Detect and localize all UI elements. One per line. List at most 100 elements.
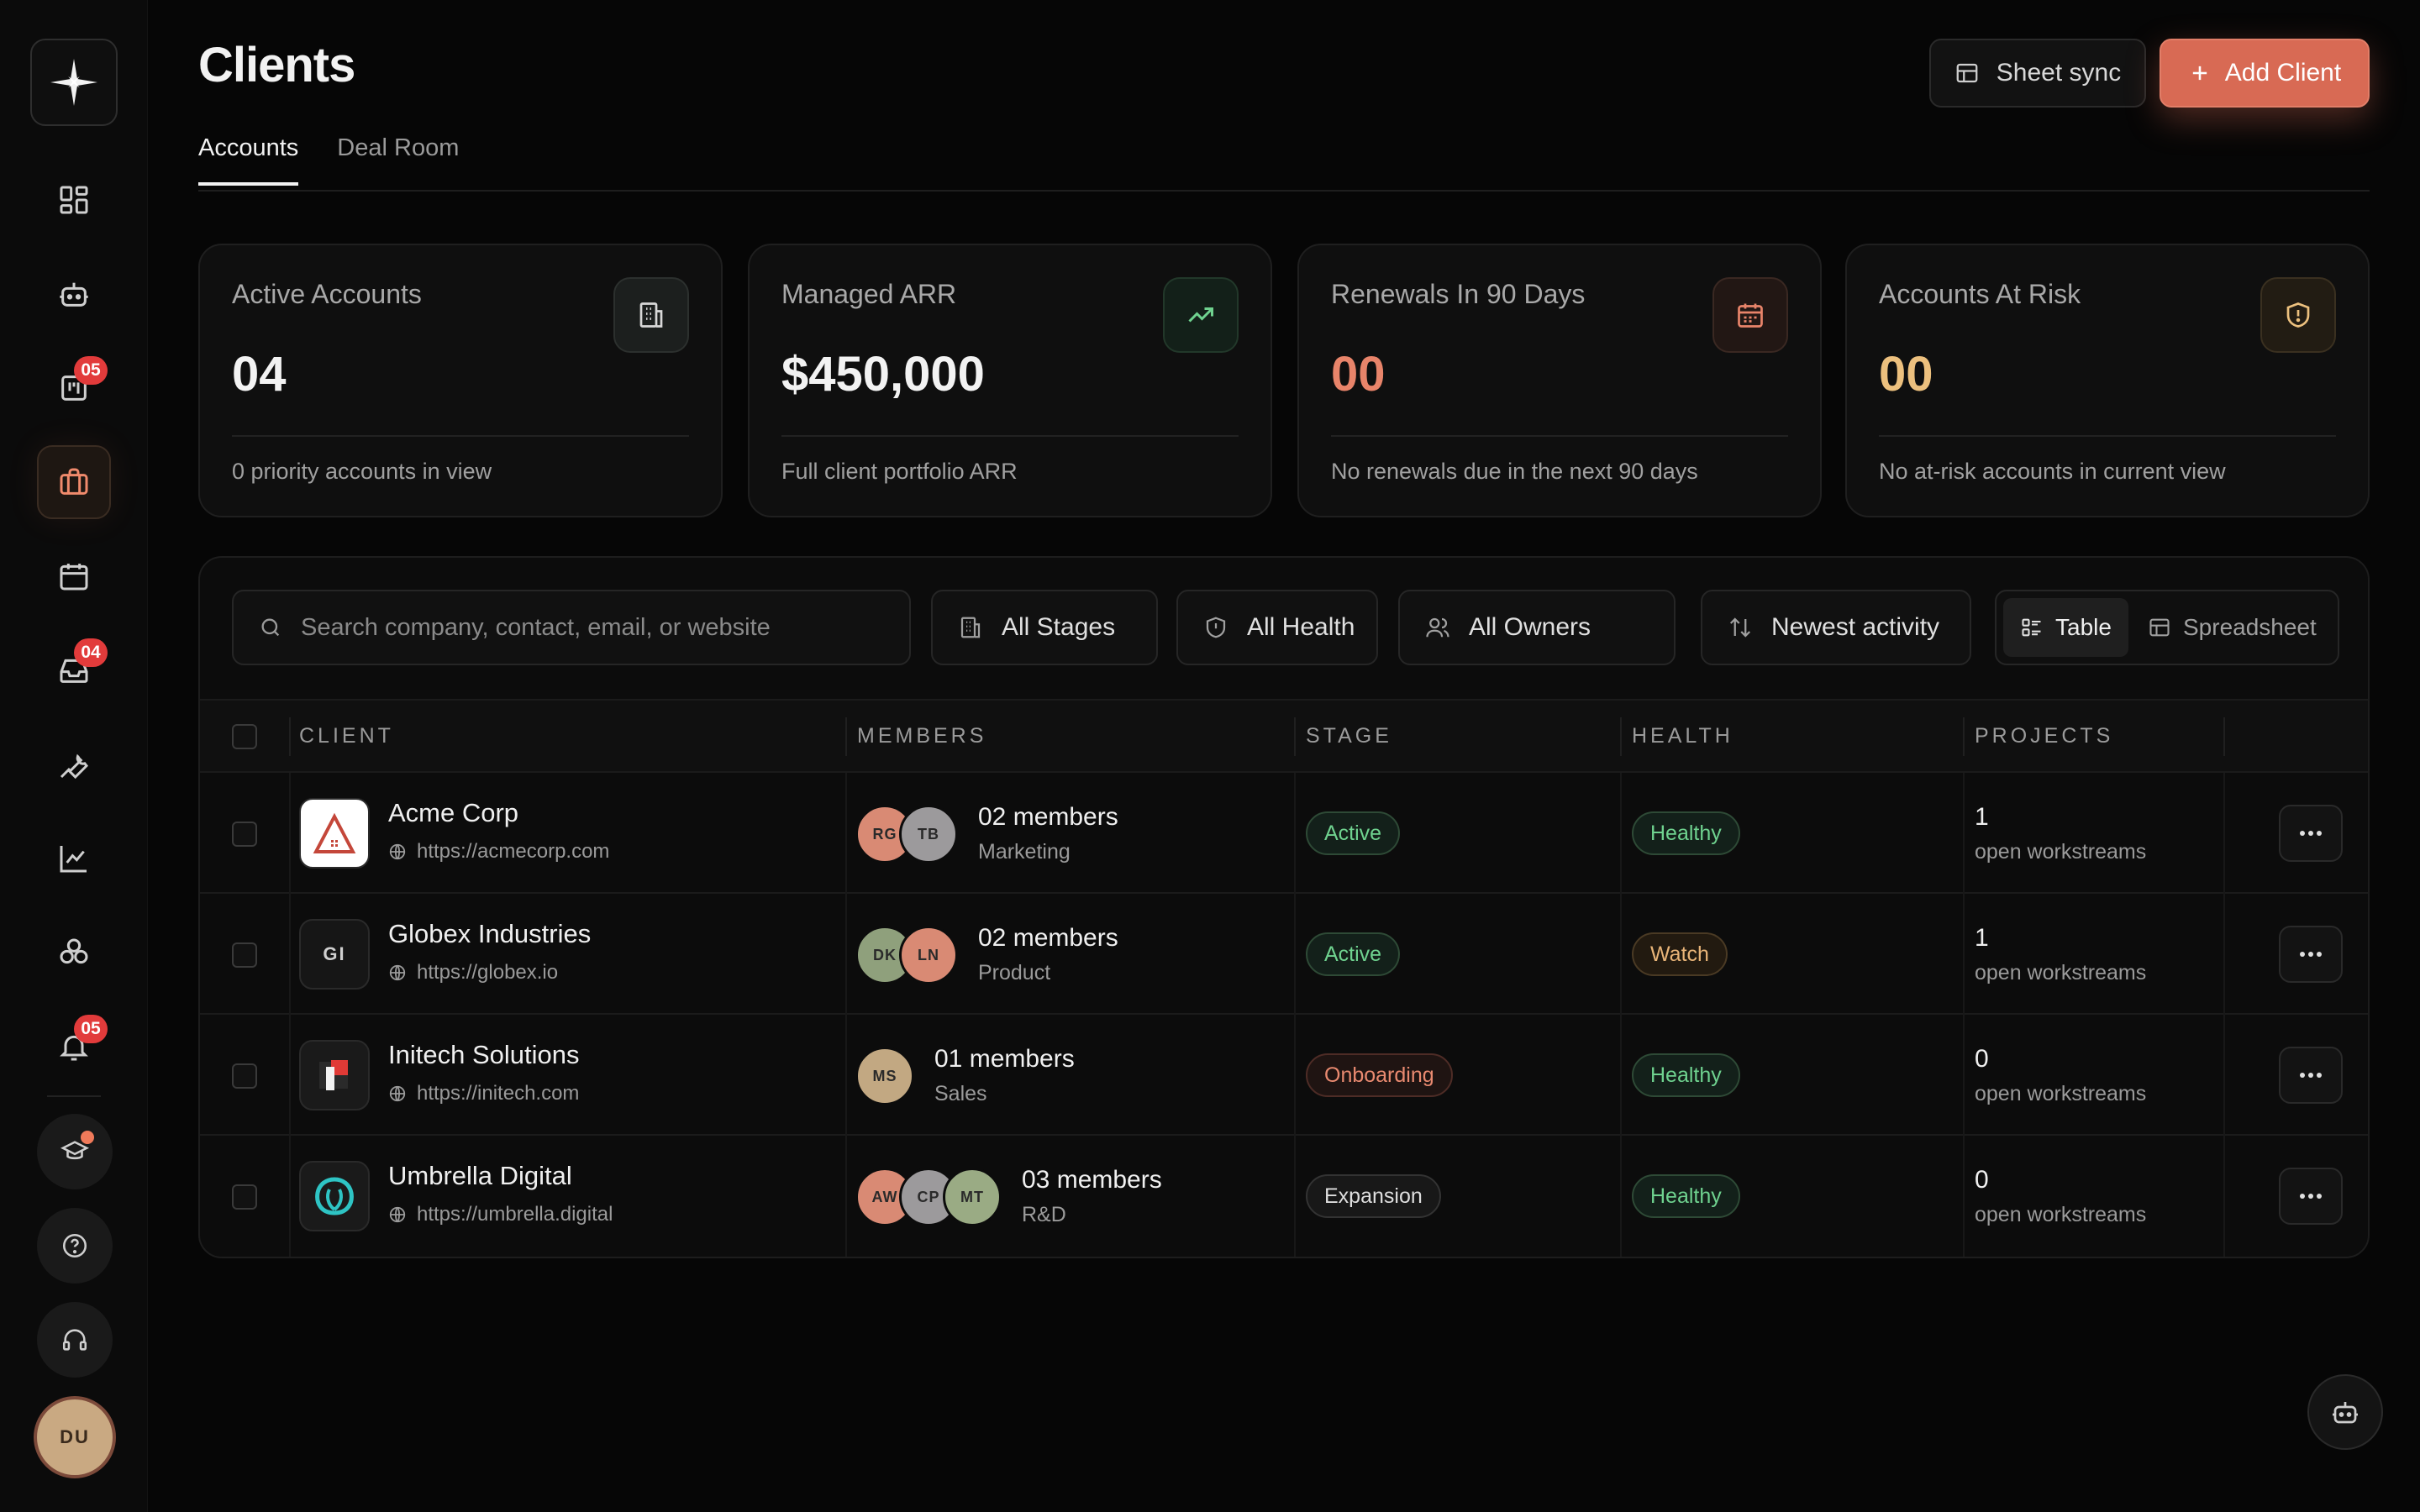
owner-filter-label: All Owners — [1469, 613, 1591, 641]
view-table-button[interactable]: Table — [2003, 598, 2128, 657]
tab-accounts[interactable]: Accounts — [198, 134, 299, 186]
nav-projects[interactable]: 05 — [37, 351, 111, 425]
client-url[interactable]: https://acmecorp.com — [388, 840, 609, 864]
stat-card-renewals: Renewals In 90 Days 00 No renewals due i… — [1297, 244, 1822, 517]
column-header-stage[interactable]: STAGE — [1306, 724, 1392, 748]
add-client-button[interactable]: Add Client — [2160, 39, 2370, 108]
member-avatar[interactable]: TB — [899, 805, 958, 864]
nav-tools[interactable] — [37, 727, 111, 801]
health-badge: Healthy — [1632, 1174, 1740, 1218]
stage-filter[interactable]: All Stages — [931, 590, 1158, 665]
row-actions-button[interactable] — [2279, 926, 2343, 983]
notifications-badge: 05 — [74, 1015, 108, 1043]
chart-line-icon — [60, 846, 87, 873]
owner-filter[interactable]: All Owners — [1398, 590, 1676, 665]
member-avatars: AW CP MT — [855, 1168, 1002, 1226]
nav-analytics[interactable] — [37, 822, 111, 895]
sheet-sync-button[interactable]: Sheet sync — [1929, 39, 2146, 108]
column-header-client[interactable]: CLIENT — [299, 724, 394, 748]
client-name[interactable]: Acme Corp — [388, 798, 518, 828]
sort-dropdown[interactable]: Newest activity — [1701, 590, 1971, 665]
member-avatar[interactable]: LN — [899, 926, 958, 984]
nav-calendar[interactable] — [37, 539, 111, 613]
row-actions-button[interactable] — [2279, 805, 2343, 862]
cell-separator — [1294, 1015, 1296, 1136]
table-row[interactable]: Initech Solutions https://initech.com MS… — [200, 1015, 2368, 1136]
sidebar-divider — [47, 1095, 101, 1097]
user-avatar[interactable]: DU — [34, 1396, 116, 1478]
stat-value: 00 — [1331, 347, 1386, 402]
app-logo[interactable] — [30, 39, 118, 126]
health-filter[interactable]: All Health — [1176, 590, 1378, 665]
more-horizontal-icon — [2300, 1194, 2322, 1199]
projects-count: 0 — [1975, 1166, 1989, 1194]
help-button[interactable] — [37, 1208, 113, 1284]
globe-icon — [389, 964, 406, 981]
nav-integrations[interactable] — [37, 916, 111, 990]
spreadsheet-icon — [2149, 618, 2170, 637]
search-input[interactable] — [301, 613, 872, 642]
client-url[interactable]: https://umbrella.digital — [388, 1203, 613, 1226]
cell-separator — [289, 894, 291, 1015]
tab-bar: Accounts Deal Room — [198, 134, 459, 186]
row-actions-button[interactable] — [2279, 1168, 2343, 1225]
stat-card-managed-arr: Managed ARR $450,000 Full client portfol… — [748, 244, 1272, 517]
column-header-projects[interactable]: PROJECTS — [1975, 724, 2113, 748]
tab-deal-room[interactable]: Deal Room — [337, 134, 459, 186]
row-checkbox[interactable] — [232, 1184, 257, 1210]
nav-assistant[interactable] — [37, 257, 111, 331]
cell-separator — [1294, 1136, 1296, 1257]
projects-label: open workstreams — [1975, 961, 2147, 984]
help-circle-icon — [62, 1233, 87, 1258]
table-row[interactable]: GI Globex Industries https://globex.io D… — [200, 894, 2368, 1015]
assistant-fab[interactable] — [2307, 1374, 2383, 1450]
row-actions-button[interactable] — [2279, 1047, 2343, 1104]
nav-notifications[interactable]: 05 — [37, 1010, 111, 1084]
client-name[interactable]: Initech Solutions — [388, 1040, 579, 1070]
bot-icon — [60, 282, 88, 307]
support-button[interactable] — [37, 1302, 113, 1378]
briefcase-icon — [60, 468, 88, 495]
page-title: Clients — [198, 38, 355, 92]
nav-inbox[interactable]: 04 — [37, 633, 111, 707]
stage-badge: Expansion — [1306, 1174, 1441, 1218]
cell-separator — [1620, 1136, 1622, 1257]
table-row[interactable]: Umbrella Digital https://umbrella.digita… — [200, 1136, 2368, 1257]
nav-dashboard[interactable] — [37, 163, 111, 237]
more-horizontal-icon — [2300, 952, 2322, 957]
health-badge: Watch — [1632, 932, 1728, 976]
projects-label: open workstreams — [1975, 1203, 2147, 1226]
stat-value: 04 — [232, 347, 287, 402]
client-url[interactable]: https://globex.io — [388, 961, 558, 984]
projects-count: 1 — [1975, 924, 1989, 952]
table-row[interactable]: Acme Corp https://acmecorp.com RG TB 02 … — [200, 773, 2368, 894]
initech-logo — [299, 1040, 370, 1110]
list-table-icon — [2022, 618, 2041, 637]
learn-button[interactable] — [37, 1114, 113, 1189]
members-team: Marketing — [978, 840, 1071, 864]
health-badge: Healthy — [1632, 1053, 1740, 1097]
search-box[interactable] — [232, 590, 911, 665]
members-team: R&D — [1022, 1203, 1066, 1226]
column-header-members[interactable]: MEMBERS — [857, 724, 986, 748]
members-count: 02 members — [978, 803, 1118, 831]
select-all-checkbox[interactable] — [232, 724, 257, 749]
view-spreadsheet-button[interactable]: Spreadsheet — [2131, 598, 2333, 657]
projects-count: 0 — [1975, 1045, 1989, 1073]
members-team: Sales — [934, 1082, 987, 1105]
client-url[interactable]: https://initech.com — [388, 1082, 579, 1105]
row-checkbox[interactable] — [232, 822, 257, 847]
row-checkbox[interactable] — [232, 1063, 257, 1089]
member-avatar[interactable]: MS — [855, 1047, 914, 1105]
client-name[interactable]: Globex Industries — [388, 919, 591, 949]
client-name[interactable]: Umbrella Digital — [388, 1161, 572, 1191]
nav-clients[interactable] — [37, 445, 111, 519]
column-header-health[interactable]: HEALTH — [1632, 724, 1733, 748]
member-avatar[interactable]: MT — [943, 1168, 1002, 1226]
column-separator — [2223, 717, 2225, 756]
cell-separator — [2223, 894, 2225, 1015]
clients-panel: All Stages All Health All Owners Newest … — [198, 556, 2370, 1258]
client-url-text: https://umbrella.digital — [417, 1203, 613, 1226]
bot-icon — [2333, 1402, 2358, 1424]
row-checkbox[interactable] — [232, 942, 257, 968]
